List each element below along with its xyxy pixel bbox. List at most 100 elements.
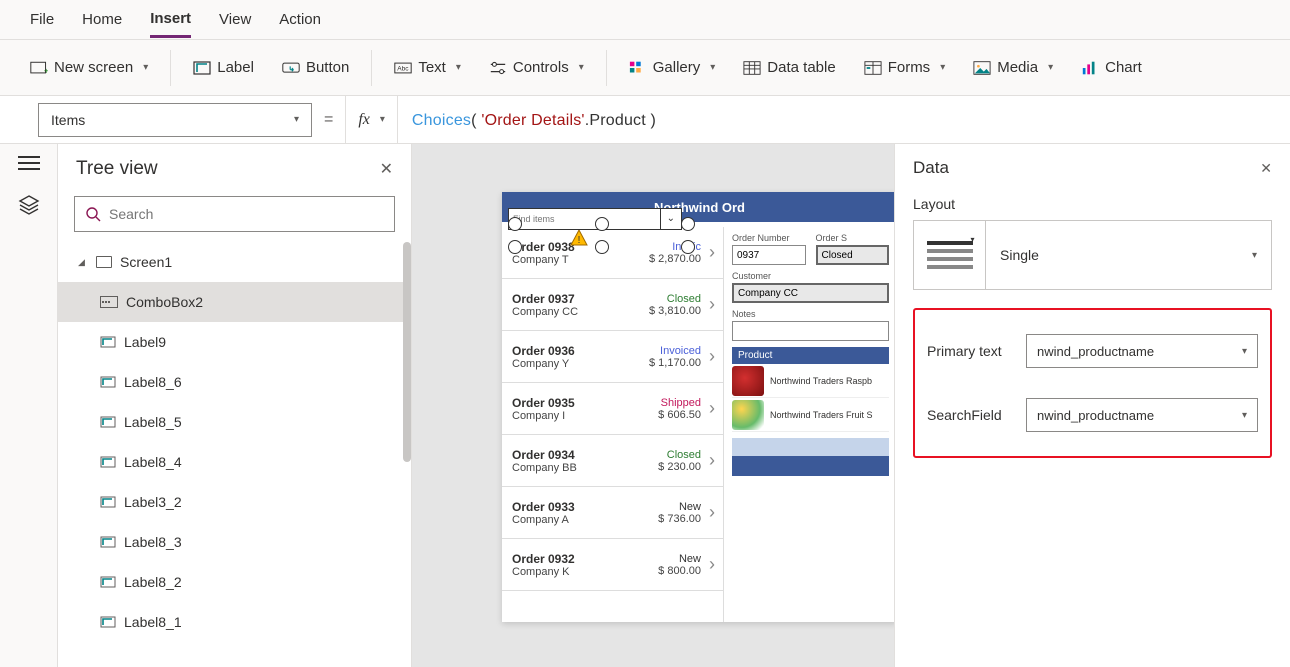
order-row[interactable]: Order 0932Company KNew$ 800.00› xyxy=(502,539,723,591)
order-row[interactable]: Order 0933Company ANew$ 736.00› xyxy=(502,487,723,539)
media-label: Media xyxy=(997,59,1038,76)
forms-button[interactable]: Forms ▾ xyxy=(854,53,956,83)
order-status: Invoiced xyxy=(631,345,701,357)
gallery-button[interactable]: Gallery ▾ xyxy=(619,53,726,83)
tree-item-combobox2[interactable]: ComboBox2 xyxy=(58,282,411,322)
left-rail xyxy=(0,144,58,667)
media-icon xyxy=(973,59,991,77)
order-company: Company K xyxy=(512,566,627,578)
chevron-right-icon: › xyxy=(709,346,715,367)
label-icon xyxy=(100,414,116,430)
property-label: Items xyxy=(51,112,85,128)
order-company: Company T xyxy=(512,254,627,266)
tree-item-label3-2[interactable]: Label3_2 xyxy=(58,482,411,522)
divider xyxy=(170,50,171,86)
resize-handle[interactable] xyxy=(508,217,522,231)
resize-handle[interactable] xyxy=(595,217,609,231)
screen-icon xyxy=(96,256,112,268)
product-thumb xyxy=(732,366,764,396)
order-price: $ 736.00 xyxy=(631,513,701,525)
tree-search[interactable] xyxy=(74,196,395,232)
tree-item-label8-4[interactable]: Label8_4 xyxy=(58,442,411,482)
primary-text-select[interactable]: nwind_productname ▾ xyxy=(1026,334,1258,368)
data-table-button[interactable]: Data table xyxy=(733,53,845,83)
tree-item-label8-2[interactable]: Label8_2 xyxy=(58,562,411,602)
scrollbar-thumb[interactable] xyxy=(403,242,411,462)
hamburger-icon[interactable] xyxy=(18,156,40,170)
formula-input[interactable]: Choices( 'Order Details'.Product ) xyxy=(398,110,1290,130)
search-input[interactable] xyxy=(109,206,384,222)
gallery-label: Gallery xyxy=(653,59,701,76)
order-status-input[interactable] xyxy=(816,245,890,265)
chevron-right-icon: › xyxy=(709,294,715,315)
tree-title: Tree view xyxy=(76,158,158,180)
combobox-selected[interactable]: ⌄ xyxy=(508,208,682,230)
field-label: Order S xyxy=(816,233,890,243)
search-field-value: nwind_productname xyxy=(1037,408,1154,423)
tree-item-label8-6[interactable]: Label8_6 xyxy=(58,362,411,402)
svg-text:!: ! xyxy=(578,235,581,246)
menu-file[interactable]: File xyxy=(30,3,54,36)
forms-icon xyxy=(864,59,882,77)
controls-label: Controls xyxy=(513,59,569,76)
property-dropdown[interactable]: Items ▾ xyxy=(38,103,312,137)
layout-select[interactable]: Single ▾ xyxy=(913,220,1272,290)
combobox-input[interactable] xyxy=(509,209,639,229)
customer-input[interactable] xyxy=(732,283,889,303)
order-row[interactable]: Order 0935Company IShipped$ 606.50› xyxy=(502,383,723,435)
primary-text-value: nwind_productname xyxy=(1037,344,1154,359)
label-icon xyxy=(100,574,116,590)
text-icon: Abc xyxy=(394,59,412,77)
search-field-select[interactable]: nwind_productname ▾ xyxy=(1026,398,1258,432)
label-button[interactable]: Label xyxy=(183,53,264,83)
product-row[interactable]: Northwind Traders Fruit S xyxy=(732,398,889,432)
close-icon[interactable]: ✕ xyxy=(1260,160,1272,177)
order-row[interactable]: Order 0937Company CCClosed$ 3,810.00› xyxy=(502,279,723,331)
product-row[interactable]: Northwind Traders Raspb xyxy=(732,364,889,398)
chart-button[interactable]: Chart xyxy=(1071,53,1152,83)
app-preview: Northwind Ord ⌄ !Order 0938Company TInvo… xyxy=(502,192,894,622)
media-button[interactable]: Media ▾ xyxy=(963,53,1063,83)
button-icon xyxy=(282,59,300,77)
text-label: Text xyxy=(418,59,446,76)
main: Tree view ✕ ◢ Screen1 ComboBox2 Label9 xyxy=(0,144,1290,667)
order-number-input[interactable] xyxy=(732,245,806,265)
data-panel-title: Data xyxy=(913,158,949,178)
menu-insert[interactable]: Insert xyxy=(150,2,191,38)
chevron-down-icon: ⌄ xyxy=(667,213,675,224)
notes-input[interactable] xyxy=(732,321,889,341)
chevron-down-icon: ▾ xyxy=(1242,410,1247,421)
menu-action[interactable]: Action xyxy=(279,3,321,36)
menu-home[interactable]: Home xyxy=(82,3,122,36)
layers-icon[interactable] xyxy=(18,194,40,216)
search-field-label: SearchField xyxy=(927,407,1002,423)
label-icon xyxy=(100,614,116,630)
resize-handle[interactable] xyxy=(681,217,695,231)
layout-thumb-icon xyxy=(914,221,986,289)
tree-item-label8-5[interactable]: Label8_5 xyxy=(58,402,411,442)
tree-item-label9[interactable]: Label9 xyxy=(58,322,411,362)
tree-panel: Tree view ✕ ◢ Screen1 ComboBox2 Label9 xyxy=(58,144,412,667)
label-icon xyxy=(100,374,116,390)
tree-item-label8-1[interactable]: Label8_1 xyxy=(58,602,411,642)
order-price: $ 800.00 xyxy=(631,565,701,577)
fx-button[interactable]: fx ▾ xyxy=(345,96,398,144)
order-row[interactable]: Order 0936Company YInvoiced$ 1,170.00› xyxy=(502,331,723,383)
chevron-down-icon: ▾ xyxy=(143,62,148,73)
layout-label: Layout xyxy=(913,196,1272,212)
text-button[interactable]: Abc Text ▾ xyxy=(384,53,471,83)
resize-handle[interactable] xyxy=(595,240,609,254)
menubar: File Home Insert View Action xyxy=(0,0,1290,40)
resize-handle[interactable] xyxy=(508,240,522,254)
button-button[interactable]: Button xyxy=(272,53,359,83)
tree-item-label8-3[interactable]: Label8_3 xyxy=(58,522,411,562)
new-screen-button[interactable]: + New screen ▾ xyxy=(20,53,158,83)
tree-item-screen1[interactable]: ◢ Screen1 xyxy=(58,242,411,282)
order-list: !Order 0938Company TInvoic$ 2,870.00›Ord… xyxy=(502,227,724,622)
chevron-down-icon: ▾ xyxy=(1252,250,1257,261)
controls-button[interactable]: Controls ▾ xyxy=(479,53,594,83)
resize-handle[interactable] xyxy=(681,240,695,254)
order-row[interactable]: Order 0934Company BBClosed$ 230.00› xyxy=(502,435,723,487)
menu-view[interactable]: View xyxy=(219,3,251,36)
close-icon[interactable]: ✕ xyxy=(380,159,393,179)
